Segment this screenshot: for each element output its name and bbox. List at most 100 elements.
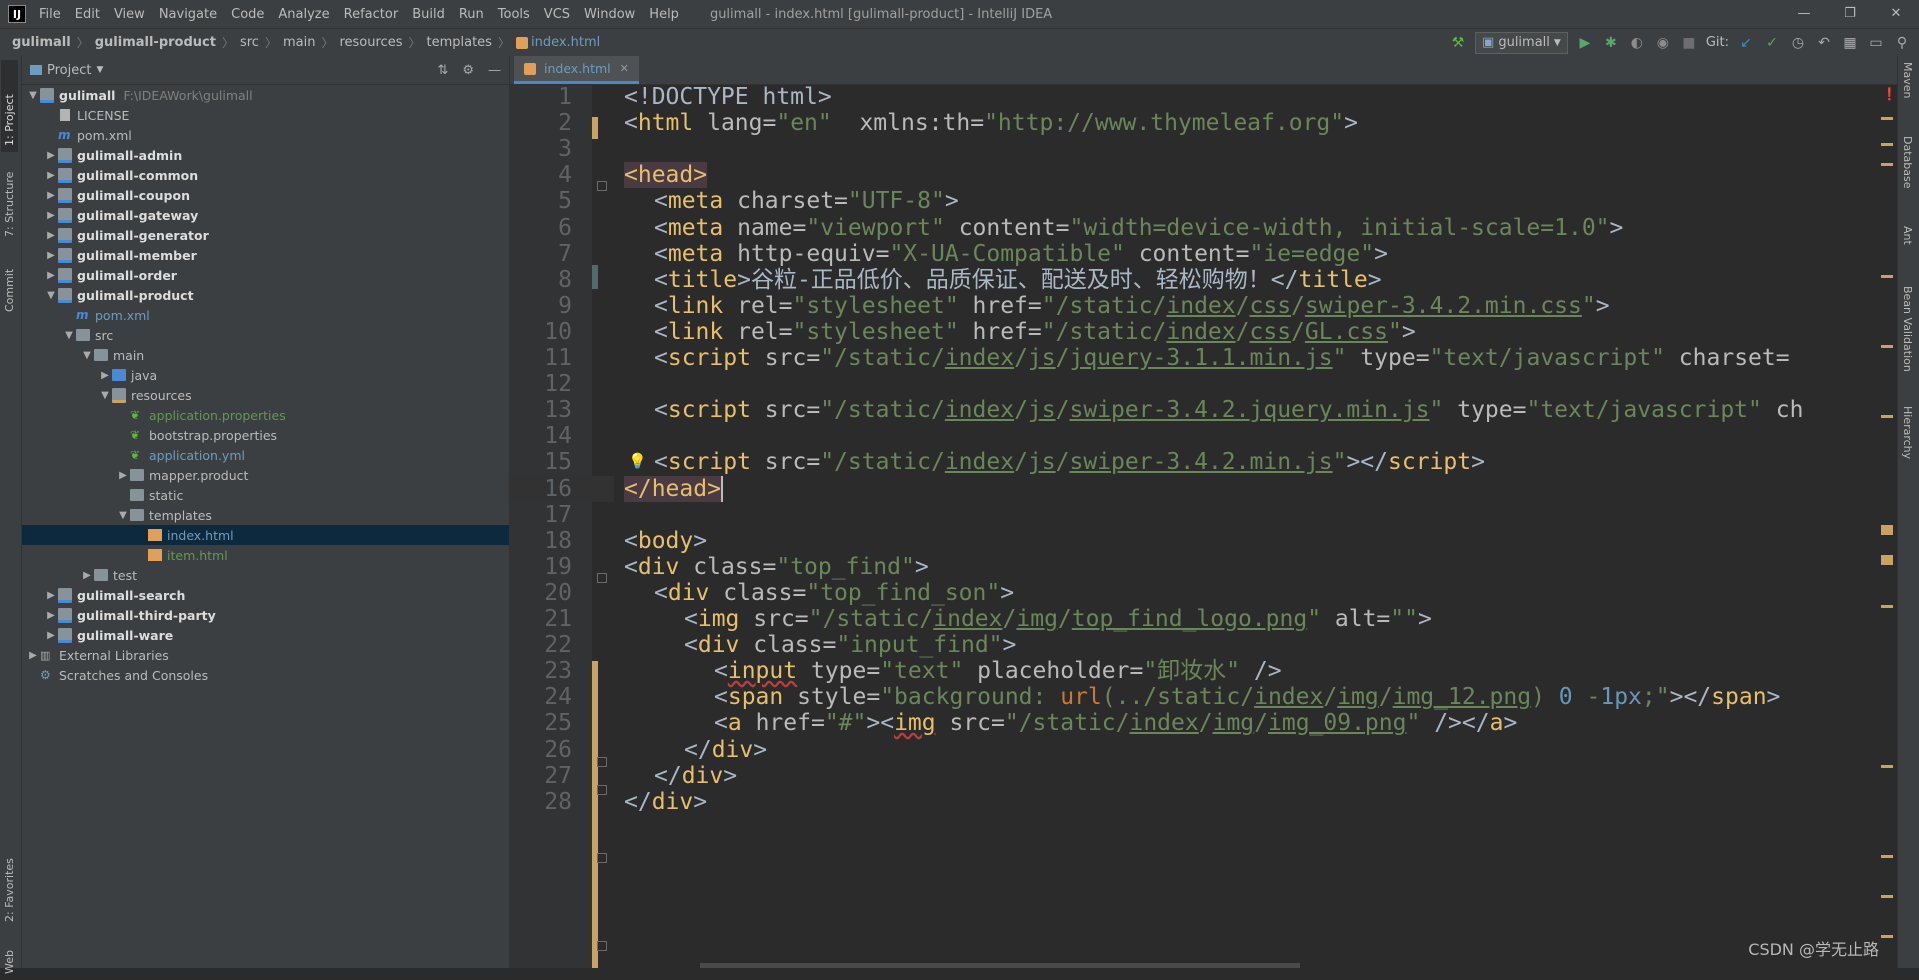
git-history-icon[interactable]: ◷ bbox=[1789, 34, 1807, 52]
collapse-all-icon[interactable]: ⇅ bbox=[437, 63, 448, 78]
tab-database[interactable]: Database bbox=[1901, 136, 1914, 189]
close-tab-icon[interactable]: ✕ bbox=[620, 62, 629, 75]
expanded-arrow-icon[interactable]: ▼ bbox=[80, 350, 94, 361]
tree-item[interactable]: ▶ gulimall-generator bbox=[22, 225, 509, 245]
collapsed-arrow-icon[interactable]: ▶ bbox=[26, 650, 40, 661]
collapsed-arrow-icon[interactable]: ▶ bbox=[44, 630, 58, 641]
collapsed-arrow-icon[interactable]: ▶ bbox=[116, 470, 130, 481]
menu-edit[interactable]: Edit bbox=[68, 7, 107, 22]
run-icon[interactable]: ▶ bbox=[1576, 34, 1594, 52]
fold-icon[interactable] bbox=[597, 941, 607, 951]
menu-run[interactable]: Run bbox=[452, 7, 491, 22]
tree-item[interactable]: ▶ ▥ External Libraries bbox=[22, 645, 509, 665]
collapsed-arrow-icon[interactable]: ▶ bbox=[44, 610, 58, 621]
layout-icon[interactable]: ▭ bbox=[1867, 34, 1885, 52]
tree-item[interactable]: ▼ src bbox=[22, 325, 509, 345]
tree-item[interactable]: ▶ gulimall-coupon bbox=[22, 185, 509, 205]
tree-item[interactable]: ▼ gulimall F:\IDEAWork\gulimall bbox=[22, 85, 509, 105]
tab-ant[interactable]: Ant bbox=[1901, 226, 1914, 245]
tree-item[interactable]: ▶ gulimall-gateway bbox=[22, 205, 509, 225]
tree-item[interactable]: ▶ java bbox=[22, 365, 509, 385]
tree-item[interactable]: static bbox=[22, 485, 509, 505]
tree-item[interactable]: ▶ gulimall-search bbox=[22, 585, 509, 605]
menu-window[interactable]: Window bbox=[577, 7, 642, 22]
menu-help[interactable]: Help bbox=[642, 7, 686, 22]
tree-item[interactable]: ▶ gulimall-admin bbox=[22, 145, 509, 165]
breadcrumb-item[interactable]: gulimall-product bbox=[93, 35, 218, 50]
expanded-arrow-icon[interactable]: ▼ bbox=[44, 290, 58, 301]
tab-web[interactable]: Web bbox=[1, 928, 18, 980]
menu-code[interactable]: Code bbox=[224, 7, 271, 22]
tree-item[interactable]: ❦ application.properties bbox=[22, 405, 509, 425]
maximize-button[interactable]: ❐ bbox=[1827, 0, 1873, 28]
tab-bean-validation[interactable]: Bean Validation bbox=[1901, 286, 1914, 372]
tree-item[interactable]: ▶ gulimall-third-party bbox=[22, 605, 509, 625]
profile-icon[interactable]: ◉ bbox=[1654, 34, 1672, 52]
error-indicator-icon[interactable]: ❗ bbox=[1882, 87, 1897, 101]
git-update-icon[interactable]: ↙ bbox=[1737, 34, 1755, 52]
git-commit-icon[interactable]: ✓ bbox=[1763, 34, 1781, 52]
gear-icon[interactable]: ⚙ bbox=[462, 63, 474, 78]
tree-item[interactable]: ▶ test bbox=[22, 565, 509, 585]
fold-icon[interactable] bbox=[597, 181, 607, 191]
breadcrumb-item[interactable]: src bbox=[238, 35, 261, 50]
collapsed-arrow-icon[interactable]: ▶ bbox=[44, 150, 58, 161]
editor-tab-index-html[interactable]: index.html ✕ bbox=[514, 56, 639, 84]
collapsed-arrow-icon[interactable]: ▶ bbox=[44, 230, 58, 241]
tree-item[interactable]: ▶ gulimall-order bbox=[22, 265, 509, 285]
project-structure-icon[interactable]: ▦ bbox=[1841, 34, 1859, 52]
menu-vcs[interactable]: VCS bbox=[537, 7, 577, 22]
tree-item[interactable]: m pom.xml bbox=[22, 305, 509, 325]
tab-commit[interactable]: Commit bbox=[1, 246, 18, 318]
menu-file[interactable]: File bbox=[32, 7, 68, 22]
collapsed-arrow-icon[interactable]: ▶ bbox=[44, 250, 58, 261]
code-editor[interactable]: <!DOCTYPE html> <html lang="en" xmlns:th=… bbox=[614, 85, 1876, 968]
horizontal-scrollbar[interactable] bbox=[700, 963, 1300, 968]
tree-item[interactable]: ⚙ Scratches and Consoles bbox=[22, 665, 509, 685]
breadcrumb-item[interactable]: resources bbox=[337, 35, 404, 50]
tree-item[interactable]: ▶ mapper.product bbox=[22, 465, 509, 485]
debug-icon[interactable]: ✱ bbox=[1602, 34, 1620, 52]
breadcrumb-item[interactable]: templates bbox=[425, 35, 494, 50]
fold-icon[interactable] bbox=[597, 573, 607, 583]
expanded-arrow-icon[interactable]: ▼ bbox=[98, 390, 112, 401]
tree-item[interactable]: ▼ main bbox=[22, 345, 509, 365]
collapsed-arrow-icon[interactable]: ▶ bbox=[44, 170, 58, 181]
fold-icon[interactable] bbox=[597, 785, 607, 795]
close-button[interactable]: ✕ bbox=[1873, 0, 1919, 28]
search-everywhere-icon[interactable]: ⚲ bbox=[1893, 34, 1911, 52]
tree-item[interactable]: ▼ templates bbox=[22, 505, 509, 525]
expanded-arrow-icon[interactable]: ▼ bbox=[62, 330, 76, 341]
tab-favorites[interactable]: 2: Favorites bbox=[1, 836, 18, 928]
collapsed-arrow-icon[interactable]: ▶ bbox=[44, 210, 58, 221]
collapsed-arrow-icon[interactable]: ▶ bbox=[44, 590, 58, 601]
tree-item[interactable]: item.html bbox=[22, 545, 509, 565]
fold-icon[interactable] bbox=[597, 853, 607, 863]
hide-panel-icon[interactable]: — bbox=[488, 63, 501, 78]
tree-item[interactable]: ❦ bootstrap.properties bbox=[22, 425, 509, 445]
project-view-select[interactable]: Project ▼ bbox=[30, 63, 103, 78]
lightbulb-icon[interactable]: 💡 bbox=[628, 452, 647, 470]
tab-maven[interactable]: Maven bbox=[1901, 62, 1914, 98]
breadcrumb-item[interactable]: gulimall bbox=[10, 35, 73, 50]
breadcrumb-item[interactable]: main bbox=[281, 35, 317, 50]
run-config-select[interactable]: ▣ gulimall ▼ bbox=[1475, 31, 1568, 54]
expanded-arrow-icon[interactable]: ▼ bbox=[26, 90, 40, 101]
build-hammer-icon[interactable]: ⚒ bbox=[1449, 34, 1467, 52]
collapsed-arrow-icon[interactable]: ▶ bbox=[44, 190, 58, 201]
coverage-icon[interactable]: ◐ bbox=[1628, 34, 1646, 52]
menu-refactor[interactable]: Refactor bbox=[337, 7, 406, 22]
git-rollback-icon[interactable]: ↶ bbox=[1815, 34, 1833, 52]
menu-view[interactable]: View bbox=[107, 7, 152, 22]
collapsed-arrow-icon[interactable]: ▶ bbox=[44, 270, 58, 281]
menu-build[interactable]: Build bbox=[405, 7, 452, 22]
minimize-button[interactable]: — bbox=[1781, 0, 1827, 28]
menu-analyze[interactable]: Analyze bbox=[271, 7, 336, 22]
tree-item[interactable]: ❦ application.yml bbox=[22, 445, 509, 465]
tree-item[interactable]: ▶ gulimall-common bbox=[22, 165, 509, 185]
collapsed-arrow-icon[interactable]: ▶ bbox=[80, 570, 94, 581]
tree-item[interactable]: LICENSE bbox=[22, 105, 509, 125]
stop-icon[interactable]: ■ bbox=[1680, 34, 1698, 52]
tree-item[interactable]: ▶ gulimall-ware bbox=[22, 625, 509, 645]
menu-navigate[interactable]: Navigate bbox=[152, 7, 224, 22]
